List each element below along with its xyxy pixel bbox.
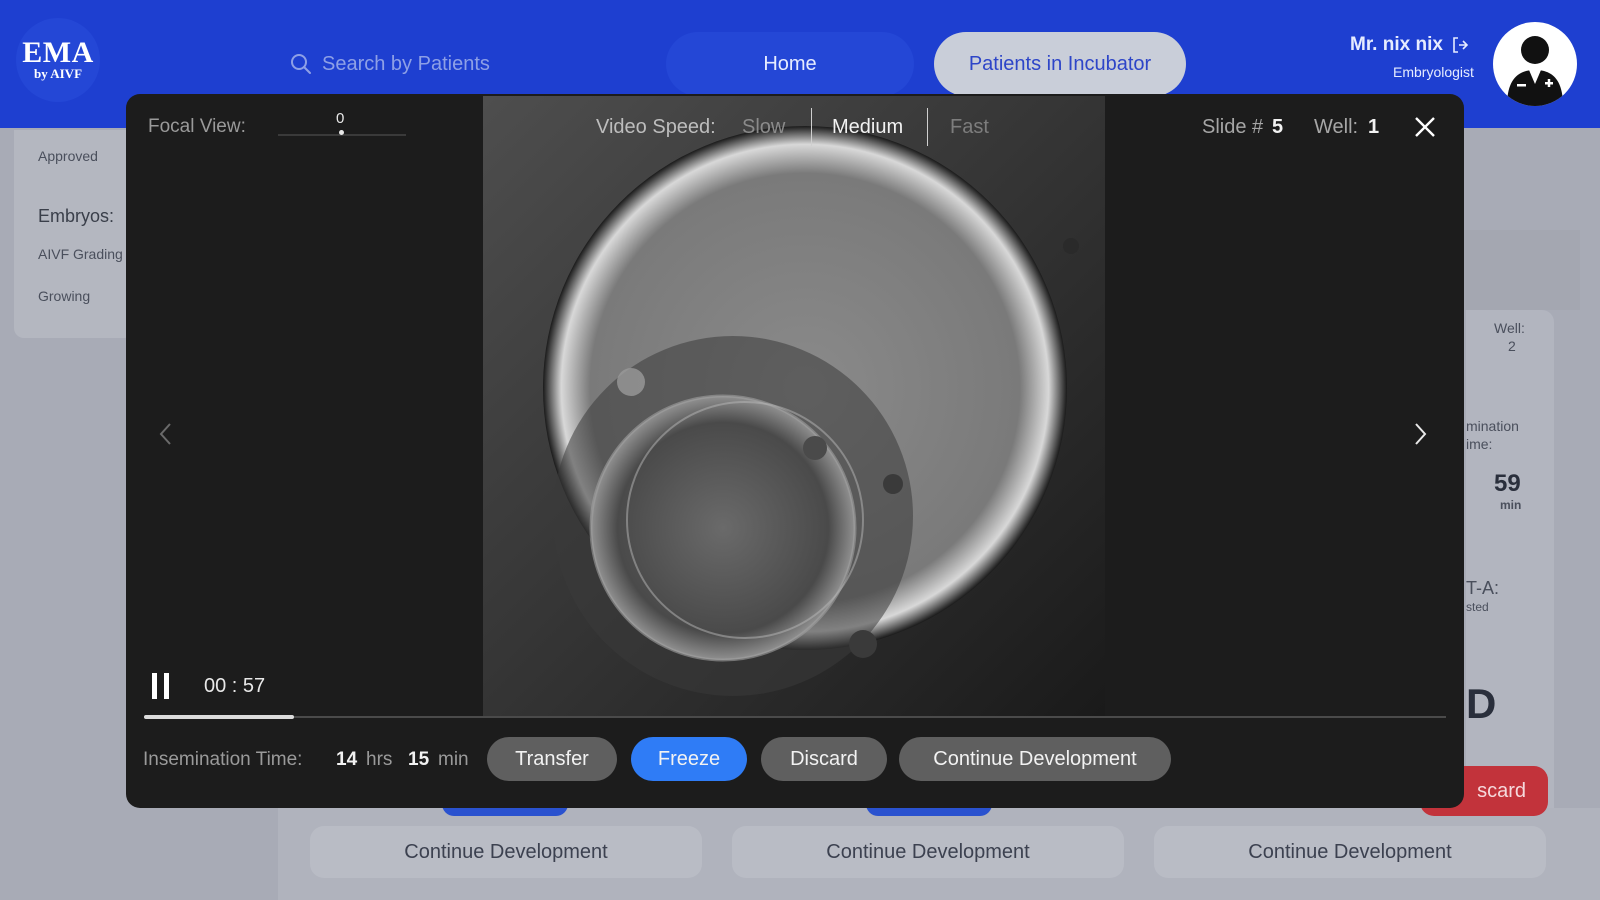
transfer-button[interactable]: Transfer	[487, 737, 617, 781]
continue-development-button[interactable]: Continue Development	[899, 737, 1171, 781]
bg-well-label: Well:	[1494, 320, 1525, 336]
search-placeholder: Search by Patients	[322, 52, 490, 75]
nav-home-button[interactable]: Home	[666, 32, 914, 96]
speed-divider	[927, 108, 928, 146]
user-role: Embryologist	[1393, 64, 1474, 80]
search-icon	[291, 54, 311, 74]
slide-value: 5	[1272, 116, 1284, 138]
aivf-grading-label: AIVF Grading	[38, 246, 123, 262]
playback-time: 00 : 57	[204, 675, 266, 697]
speed-option-slow[interactable]: Slow	[742, 116, 785, 139]
bg-minutes-value: 59	[1494, 470, 1521, 497]
speed-option-fast[interactable]: Fast	[950, 116, 989, 139]
bg-well-value: 2	[1508, 338, 1516, 354]
doctor-avatar-icon[interactable]	[1493, 22, 1577, 106]
insemination-hours-unit: hrs	[366, 749, 393, 770]
well-value: 1	[1368, 116, 1380, 138]
chevron-right-icon[interactable]	[1410, 420, 1430, 448]
focal-view-slider-thumb[interactable]	[339, 130, 344, 135]
embryo-timelapse-video[interactable]	[483, 96, 1105, 718]
chevron-left-icon[interactable]	[156, 420, 176, 448]
bg-grade: D	[1466, 680, 1497, 727]
bg-insemination-label: mination	[1466, 418, 1519, 434]
speed-divider	[811, 108, 812, 146]
bg-pgt-label: T-A:	[1466, 578, 1500, 598]
freeze-button[interactable]: Freeze	[631, 737, 747, 781]
bg-pgt-status: sted	[1466, 600, 1489, 614]
video-speed-label: Video Speed:	[596, 116, 716, 138]
continue-development-button[interactable]: Continue Development	[1154, 826, 1546, 878]
insemination-minutes: 15	[408, 749, 430, 770]
user-name-text: Mr. nix nix	[1350, 34, 1443, 55]
logo-main-text: EMA	[22, 36, 94, 69]
speed-option-medium[interactable]: Medium	[832, 116, 903, 139]
slide-label: Slide #	[1202, 116, 1264, 138]
video-progress-bar[interactable]	[144, 715, 1446, 719]
video-progress-fill	[144, 715, 294, 719]
insemination-hours: 14	[336, 749, 358, 770]
continue-development-button[interactable]: Continue Development	[732, 826, 1124, 878]
focal-view-label: Focal View:	[148, 116, 246, 137]
embryos-label: Embryos:	[38, 206, 115, 226]
nav-patients-in-incubator-button[interactable]: Patients in Incubator	[934, 32, 1186, 96]
continue-development-button[interactable]: Continue Development	[310, 826, 702, 878]
insemination-time-label: Insemination Time:	[143, 749, 303, 770]
discard-button[interactable]: Discard	[761, 737, 887, 781]
growing-label: Growing	[38, 288, 91, 304]
bg-time-label: ime:	[1466, 436, 1493, 452]
pause-icon[interactable]	[150, 672, 174, 700]
ema-logo[interactable]: EMA by AIVF	[16, 18, 100, 102]
user-name: Mr. nix nix	[1350, 34, 1469, 56]
embryo-card-right	[1466, 310, 1554, 830]
bg-minutes-unit: min	[1500, 498, 1522, 512]
well-label: Well:	[1314, 116, 1359, 138]
patient-search[interactable]: Search by Patients	[290, 48, 590, 80]
close-icon[interactable]	[1410, 112, 1440, 142]
logout-icon[interactable]	[1451, 36, 1469, 54]
approved-status: Approved	[38, 148, 98, 164]
insemination-minutes-unit: min	[438, 749, 469, 770]
focal-view-value: 0	[336, 110, 345, 127]
